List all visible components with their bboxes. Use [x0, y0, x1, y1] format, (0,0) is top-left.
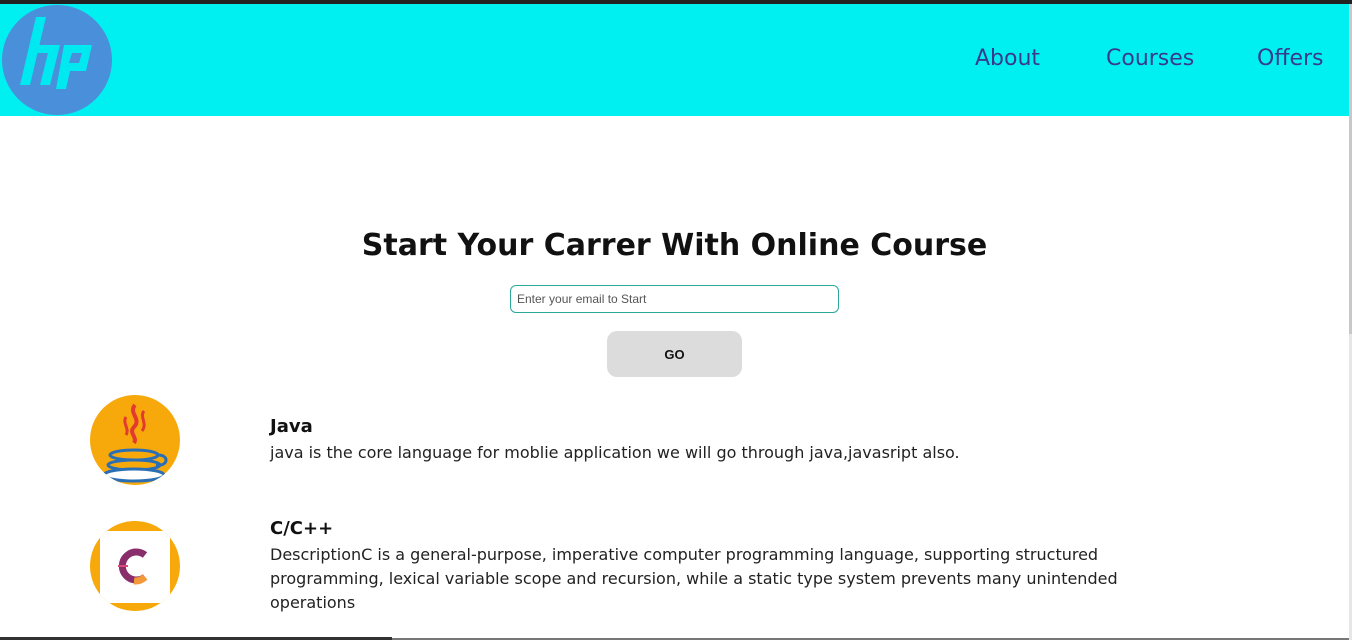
email-input[interactable]	[510, 285, 839, 313]
nav-offers-link[interactable]: Offers	[1257, 46, 1324, 76]
go-button[interactable]: GO	[607, 331, 742, 377]
site-header: About Courses Offers	[0, 4, 1349, 116]
c-language-icon	[90, 521, 180, 611]
hero-title: Start Your Carrer With Online Course	[361, 228, 988, 263]
course-description-c: DescriptionC is a general-purpose, imper…	[270, 545, 1118, 612]
hp-logo-icon	[20, 17, 92, 89]
course-title-java: Java	[270, 416, 313, 437]
hp-logo[interactable]	[2, 5, 112, 115]
nav-about-link[interactable]: About	[975, 46, 1040, 76]
nav-courses-link[interactable]: Courses	[1106, 46, 1194, 76]
course-description-java: java is the core language for moblie app…	[270, 443, 960, 462]
course-title-c: C/C++	[270, 518, 334, 539]
java-cup-icon	[90, 395, 180, 485]
